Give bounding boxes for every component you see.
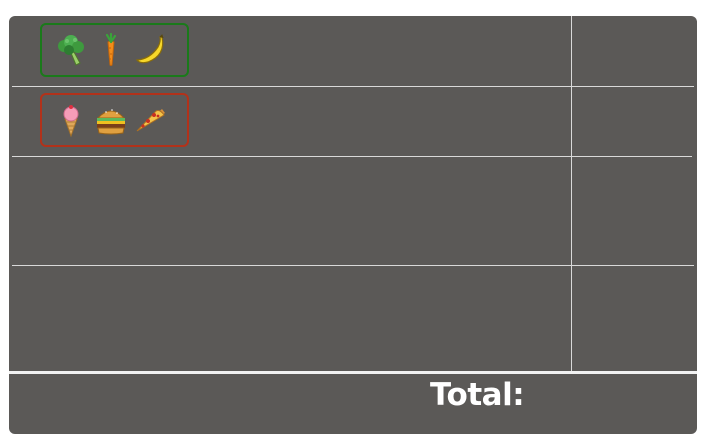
healthy-food-card[interactable] bbox=[40, 23, 189, 77]
row-divider bbox=[12, 265, 694, 266]
row-1-value-cell bbox=[572, 16, 697, 86]
total-value bbox=[580, 380, 690, 420]
row-4-value-cell bbox=[572, 266, 697, 371]
junk-food-card[interactable] bbox=[40, 93, 189, 147]
total-separator bbox=[9, 371, 697, 374]
row-divider bbox=[12, 86, 694, 87]
drop-row-3[interactable] bbox=[9, 157, 571, 265]
row-3-value-cell bbox=[572, 157, 697, 265]
pizza-icon bbox=[134, 103, 168, 137]
row-divider bbox=[12, 156, 692, 157]
broccoli-icon bbox=[54, 33, 88, 67]
carrot-icon bbox=[94, 33, 128, 67]
burger-icon bbox=[94, 103, 128, 137]
row-2-value-cell bbox=[572, 87, 697, 156]
total-label: Total: bbox=[430, 377, 525, 413]
ice-cream-icon bbox=[54, 103, 88, 137]
column-divider bbox=[571, 16, 572, 371]
banana-icon bbox=[134, 33, 168, 67]
drop-row-4[interactable] bbox=[9, 266, 571, 371]
